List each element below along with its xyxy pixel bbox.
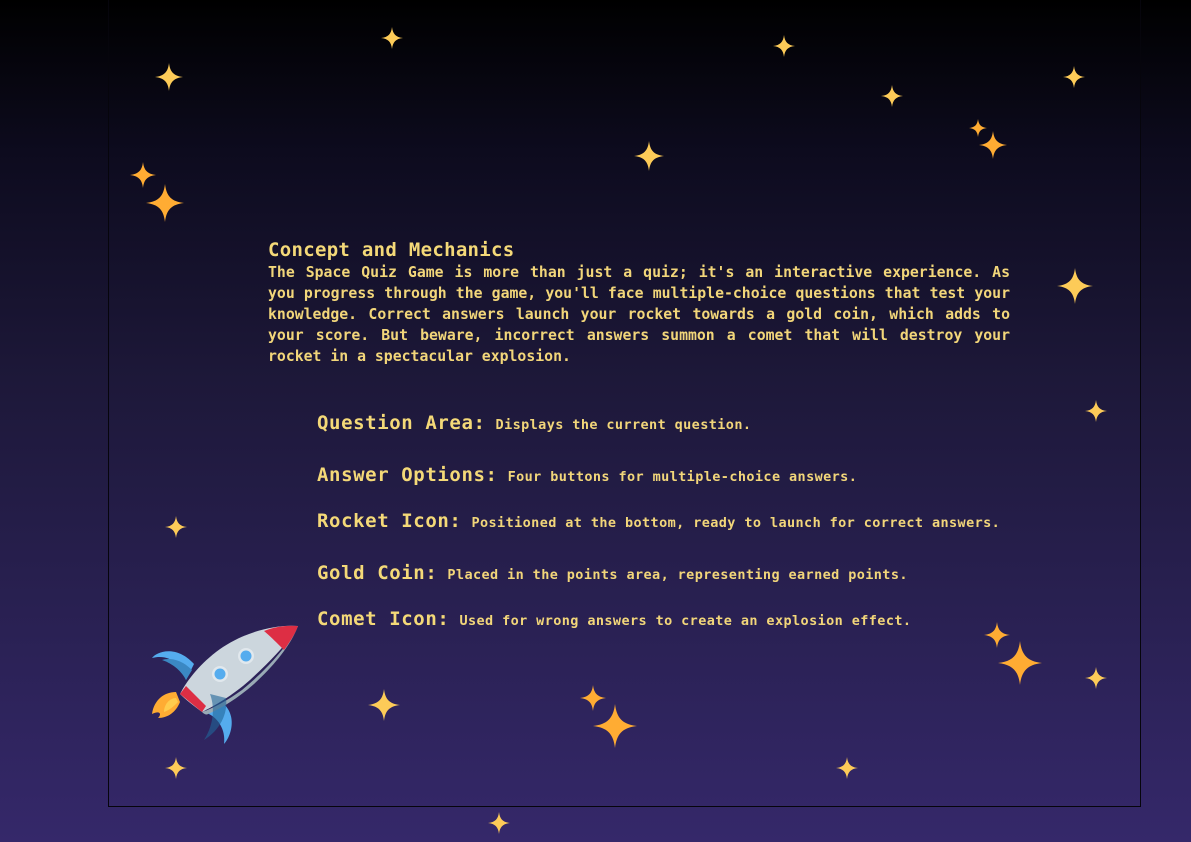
concept-title: Concept and Mechanics (268, 239, 515, 261)
sparkle-star-icon (773, 35, 795, 57)
sparkle-star-icon (998, 641, 1042, 685)
feature-question-area: Question Area: Displays the current quest… (317, 412, 751, 434)
sparkle-star-icon (881, 85, 903, 107)
feature-label: Answer Options: (317, 464, 498, 486)
sparkle-star-icon (1085, 400, 1107, 422)
sparkle-star-icon (368, 689, 400, 721)
feature-gold-coin: Gold Coin: Placed in the points area, rep… (317, 562, 908, 584)
feature-label: Comet Icon: (317, 608, 450, 630)
feature-description: Used for wrong answers to create an expl… (459, 613, 912, 629)
sparkle-star-icon (1085, 667, 1107, 689)
feature-answer-options: Answer Options: Four buttons for multiple… (317, 464, 857, 486)
concept-section: Concept and Mechanics The Space Quiz Gam… (268, 238, 1028, 367)
sparkle-star-icon (165, 516, 187, 538)
sparkle-star-icon (979, 131, 1007, 159)
feature-description: Displays the current question. (495, 417, 752, 433)
sparkle-star-icon (146, 184, 184, 222)
sparkle-star-icon (593, 704, 637, 748)
concept-body: The Space Quiz Game is more than just a … (268, 264, 1010, 365)
sparkle-star-icon (165, 757, 187, 779)
feature-label: Rocket Icon: (317, 510, 462, 532)
sparkle-star-icon (1057, 268, 1093, 304)
feature-comet-icon: Comet Icon: Used for wrong answers to cre… (317, 608, 911, 630)
sparkle-star-icon (1063, 66, 1085, 88)
feature-description: Placed in the points area, representing … (447, 567, 908, 583)
rocket-icon (146, 618, 306, 750)
feature-label: Question Area: (317, 412, 486, 434)
feature-description: Positioned at the bottom, ready to launc… (471, 515, 1001, 531)
sparkle-star-icon (488, 812, 510, 834)
sparkle-star-icon (155, 63, 183, 91)
sparkle-star-icon (634, 141, 664, 171)
feature-label: Gold Coin: (317, 562, 438, 584)
sparkle-star-icon (381, 27, 403, 49)
feature-rocket-icon: Rocket Icon: Positioned at the bottom, re… (317, 510, 1000, 532)
feature-description: Four buttons for multiple-choice answers… (507, 469, 858, 485)
sparkle-star-icon (836, 757, 858, 779)
